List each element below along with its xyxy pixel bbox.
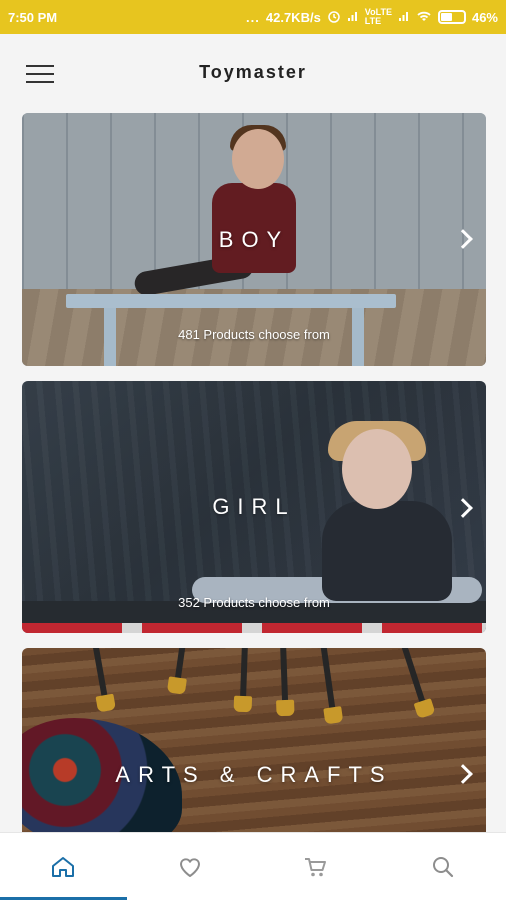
nav-search[interactable] (380, 833, 506, 900)
nav-cart[interactable] (253, 833, 380, 900)
signal-icon-2 (398, 10, 410, 25)
category-title: BOY (218, 227, 290, 252)
signal-icon (347, 10, 359, 25)
category-card-arts-crafts[interactable]: ARTS & CRAFTS (22, 648, 486, 832)
battery-percent: 46% (471, 9, 498, 25)
app-title: Toymaster (199, 62, 307, 82)
battery-icon (437, 10, 466, 24)
status-dots: ... (246, 9, 260, 25)
category-title: ARTS & CRAFTS (115, 762, 393, 787)
cart-icon (303, 855, 329, 879)
category-card-boy[interactable]: BOY 481 Products choose from (22, 113, 486, 366)
category-title: GIRL (212, 494, 296, 519)
nav-wishlist[interactable] (127, 833, 254, 900)
category-card-girl[interactable]: GIRL 352 Products choose from (22, 381, 486, 633)
wifi-icon (416, 10, 432, 25)
status-bar: 7:50 PM ... 42.7KB/s VoLTE LTE 46% (0, 0, 506, 34)
status-icons: ... 42.7KB/s VoLTE LTE 46% (246, 8, 498, 26)
network-label: VoLTE LTE (364, 7, 392, 26)
network-speed: 42.7KB/s (265, 9, 321, 25)
alarm-icon (327, 9, 341, 26)
status-time: 7:50 PM (8, 9, 58, 25)
category-subtitle: 481 Products choose from (178, 327, 330, 342)
category-subtitle: 352 Products choose from (178, 595, 330, 610)
nav-home[interactable] (0, 833, 127, 900)
home-icon (50, 855, 76, 879)
bottom-nav (0, 832, 506, 900)
search-icon (430, 855, 456, 879)
app-header: Toymaster (0, 34, 506, 112)
heart-icon (177, 855, 203, 879)
